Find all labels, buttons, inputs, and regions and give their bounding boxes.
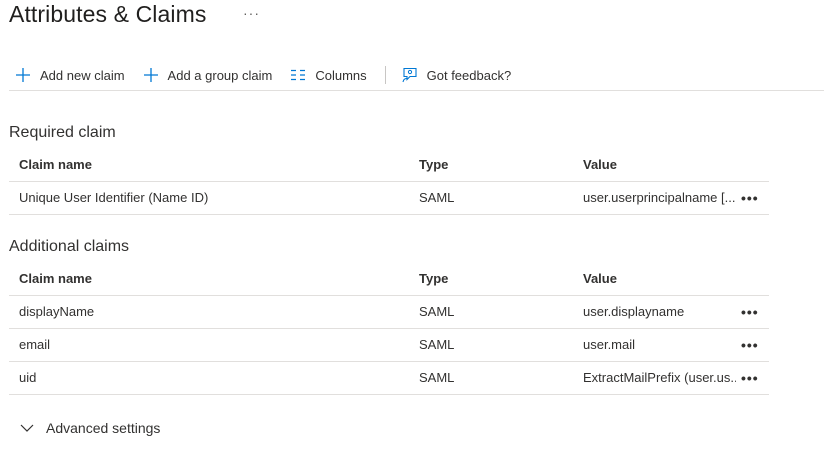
command-bar: Add new claim Add a group claim Columns (9, 60, 824, 91)
column-header-claim-name[interactable]: Claim name (19, 263, 409, 295)
required-claim-heading: Required claim (9, 124, 116, 141)
claim-value-cell: user.displayname (583, 304, 685, 319)
table-row[interactable]: email SAML user.mail ••• (9, 329, 769, 362)
add-new-claim-button[interactable]: Add new claim (9, 61, 131, 89)
table-header-row: Claim name Type Value (9, 149, 769, 182)
row-more-button[interactable]: ••• (741, 296, 763, 328)
toolbar-divider (384, 66, 386, 84)
claim-name-cell[interactable]: displayName (19, 296, 409, 328)
columns-button[interactable]: Columns (284, 61, 372, 89)
claim-type-cell: SAML (419, 337, 455, 352)
claim-value-cell: user.userprincipalname [... (583, 190, 736, 205)
feedback-label: Got feedback? (426, 67, 512, 83)
table-row[interactable]: displayName SAML user.displayname ••• (9, 296, 769, 329)
table-header-row: Claim name Type Value (9, 263, 769, 296)
page-title: Attributes & Claims (9, 1, 207, 27)
claim-type-cell: SAML (419, 370, 455, 385)
column-header-value[interactable]: Value (583, 149, 736, 181)
add-group-claim-button[interactable]: Add a group claim (137, 61, 279, 89)
column-header-type[interactable]: Type (419, 149, 569, 181)
claim-name-cell[interactable]: email (19, 329, 409, 361)
row-more-button[interactable]: ••• (741, 182, 763, 214)
feedback-button[interactable]: Got feedback? (396, 61, 518, 89)
columns-icon (290, 67, 306, 83)
attributes-claims-page: Attributes & Claims ··· Add new claim Ad… (0, 0, 824, 462)
additional-claims-table: Claim name Type Value displayName SAML u… (9, 263, 769, 395)
advanced-settings-toggle[interactable]: Advanced settings (20, 420, 160, 436)
columns-label: Columns (315, 67, 367, 83)
required-claim-table: Claim name Type Value Unique User Identi… (9, 149, 769, 215)
table-row[interactable]: uid SAML ExtractMailPrefix (user.us... •… (9, 362, 769, 395)
more-options-button[interactable]: ··· (243, 5, 260, 21)
column-header-claim-name[interactable]: Claim name (19, 149, 409, 181)
claim-name-cell[interactable]: Unique User Identifier (Name ID) (19, 182, 409, 214)
advanced-settings-label: Advanced settings (46, 420, 161, 436)
claim-type-cell: SAML (419, 304, 455, 319)
chevron-down-icon (20, 421, 34, 435)
plus-icon (15, 67, 31, 83)
add-new-claim-label: Add new claim (40, 67, 125, 83)
add-group-claim-label: Add a group claim (167, 67, 273, 83)
column-header-type[interactable]: Type (419, 263, 569, 295)
claim-name-cell[interactable]: uid (19, 362, 409, 394)
row-more-button[interactable]: ••• (741, 362, 763, 394)
claim-type-cell: SAML (419, 190, 455, 205)
additional-claims-heading: Additional claims (9, 238, 130, 255)
claim-value-cell: ExtractMailPrefix (user.us... (583, 370, 736, 385)
row-more-button[interactable]: ••• (741, 329, 763, 361)
table-row[interactable]: Unique User Identifier (Name ID) SAML us… (9, 182, 769, 215)
claim-value-cell: user.mail (583, 337, 636, 352)
plus-icon (143, 67, 159, 83)
column-header-value[interactable]: Value (583, 263, 736, 295)
feedback-icon (402, 67, 418, 83)
